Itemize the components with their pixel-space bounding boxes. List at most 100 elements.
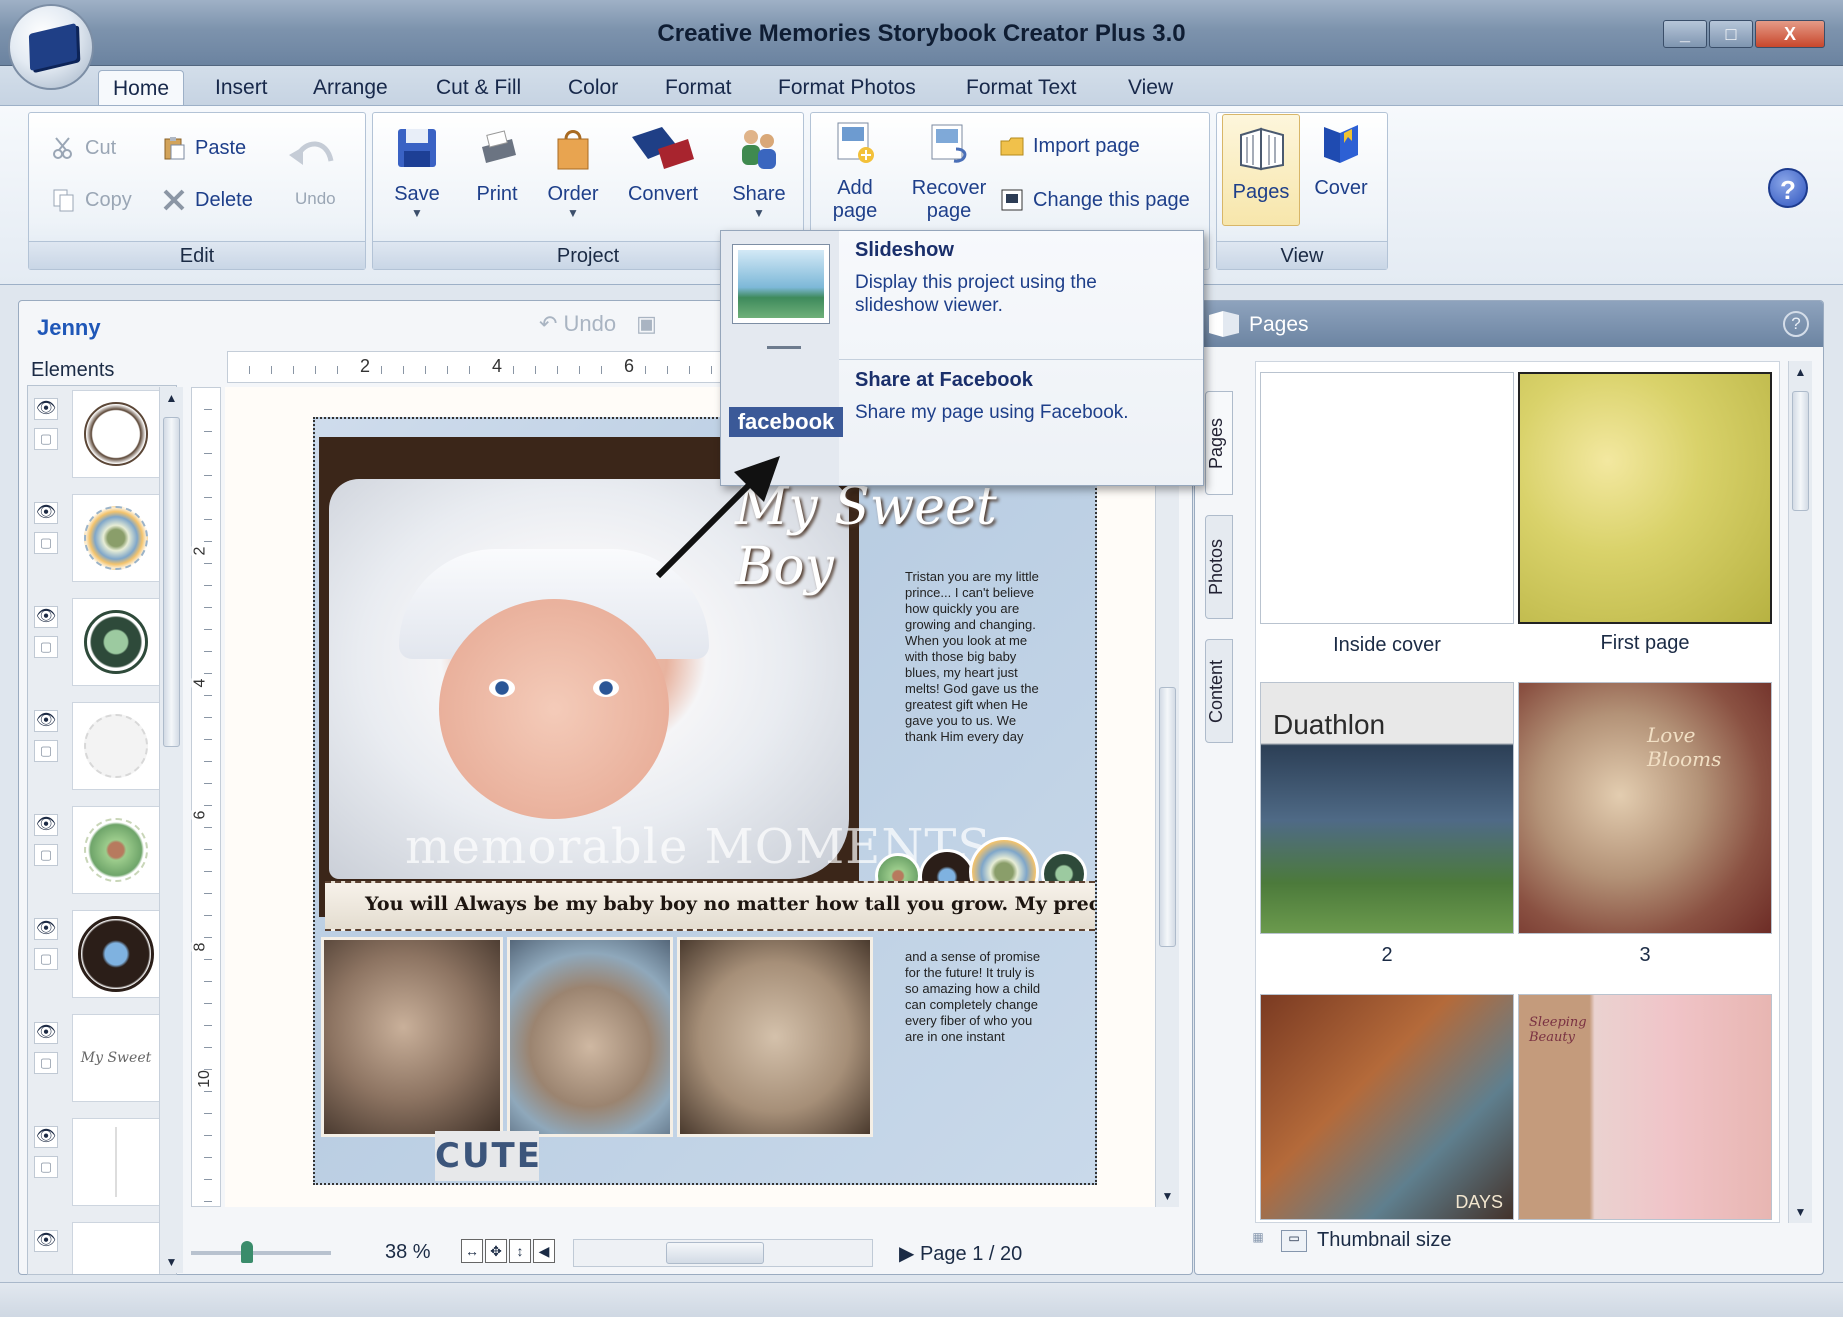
lock-icon[interactable]: ▢ — [34, 1156, 58, 1178]
photo-small-3[interactable] — [677, 937, 873, 1137]
mini-undo-button[interactable]: ↶ Undo — [539, 311, 616, 337]
lock-icon[interactable]: ▢ — [34, 1052, 58, 1074]
tab-view[interactable]: View — [1128, 76, 1173, 100]
cute-label[interactable]: CUTE — [435, 1131, 540, 1181]
print-button[interactable]: Print — [457, 125, 537, 206]
cover-button[interactable]: Cover — [1301, 119, 1381, 200]
prev-page-icon[interactable]: ◀ — [533, 1239, 555, 1263]
list-item[interactable]: 👁 ▢ — [28, 598, 160, 692]
tab-format-text[interactable]: Format Text — [966, 76, 1076, 100]
eye-icon[interactable]: 👁 — [34, 1230, 58, 1252]
app-menu-button[interactable] — [8, 4, 94, 90]
list-item[interactable]: 👁 ▢ My Sweet — [28, 1014, 160, 1108]
next-page-icon[interactable]: ▶ — [899, 1243, 920, 1265]
lock-icon[interactable]: ▢ — [34, 636, 58, 658]
recover-page-button[interactable]: Recover page — [899, 119, 999, 223]
tab-home[interactable]: Home — [98, 70, 185, 108]
delete-button[interactable]: Delete — [161, 187, 253, 213]
fit-width-icon[interactable]: ↔ — [461, 1239, 483, 1263]
lock-icon[interactable]: ▢ — [34, 532, 58, 554]
page-thumbnail-3[interactable]: Love Blooms — [1518, 682, 1772, 934]
convert-button[interactable]: Convert — [613, 125, 713, 206]
side-tab-pages[interactable]: Pages — [1205, 391, 1233, 495]
lock-icon[interactable]: ▢ — [34, 844, 58, 866]
grid-icon[interactable]: ▦ — [1245, 1230, 1271, 1252]
list-item[interactable]: 👁 ▢ — [28, 910, 160, 1004]
tab-format[interactable]: Format — [665, 76, 732, 100]
eye-icon[interactable]: 👁 — [34, 606, 58, 628]
close-button[interactable]: X — [1755, 20, 1825, 48]
scrollbar-thumb[interactable] — [163, 417, 180, 747]
scroll-down-arrow[interactable]: ▼ — [1156, 1185, 1179, 1207]
share-button[interactable]: Share ▼ — [719, 125, 799, 220]
page-thumbnail-5[interactable]: Sleeping Beauty — [1518, 994, 1772, 1220]
element-thumbnail[interactable] — [72, 1222, 160, 1274]
scroll-up-arrow[interactable]: ▲ — [160, 387, 183, 409]
element-thumbnail[interactable]: My Sweet — [72, 1014, 160, 1102]
element-thumbnail[interactable] — [72, 910, 160, 998]
canvas-scrollbar[interactable]: ▼ — [1155, 387, 1179, 1207]
scrollbar-thumb[interactable] — [1792, 391, 1809, 511]
eye-icon[interactable]: 👁 — [34, 502, 58, 524]
order-button[interactable]: Order ▼ — [533, 125, 613, 220]
page-thumbnail-first-page[interactable] — [1518, 372, 1772, 624]
element-thumbnail[interactable] — [72, 702, 160, 790]
element-thumbnail[interactable] — [72, 806, 160, 894]
page-thumbnail-inside-cover[interactable] — [1260, 372, 1514, 624]
page-thumbnail-4[interactable]: DAYS — [1260, 994, 1514, 1220]
element-thumbnail[interactable] — [72, 494, 160, 582]
change-page-button[interactable]: Change this page — [999, 187, 1190, 213]
pages-view-button[interactable]: Pages — [1222, 114, 1300, 226]
paste-button[interactable]: Paste — [161, 135, 246, 161]
lock-icon[interactable]: ▢ — [34, 428, 58, 450]
thumbnail-size-icon[interactable]: ▭ — [1281, 1229, 1307, 1252]
side-tab-photos[interactable]: Photos — [1205, 515, 1233, 619]
lock-icon[interactable]: ▢ — [34, 740, 58, 762]
caption-text[interactable]: You will Always be my baby boy no matter… — [365, 893, 1095, 915]
journal-text[interactable]: Tristan you are my little prince... I ca… — [905, 569, 1045, 745]
tab-color[interactable]: Color — [568, 76, 618, 100]
copy-button[interactable]: Copy — [51, 187, 132, 213]
eye-icon[interactable]: 👁 — [34, 1022, 58, 1044]
import-page-button[interactable]: Import page — [999, 133, 1140, 159]
eye-icon[interactable]: 👁 — [34, 918, 58, 940]
cut-button[interactable]: Cut — [51, 135, 116, 161]
scroll-up-arrow[interactable]: ▲ — [1789, 361, 1812, 383]
save-button[interactable]: Save ▼ — [377, 125, 457, 220]
element-thumbnail[interactable] — [72, 390, 160, 478]
tab-arrange[interactable]: Arrange — [313, 76, 388, 100]
zoom-slider[interactable] — [191, 1241, 331, 1263]
zoom-slider-knob[interactable] — [241, 1241, 253, 1263]
tab-insert[interactable]: Insert — [215, 76, 268, 100]
eye-icon[interactable]: 👁 — [34, 814, 58, 836]
fit-page-icon[interactable]: ✥ — [485, 1239, 507, 1263]
maximize-button[interactable]: □ — [1709, 20, 1753, 48]
list-item[interactable]: 👁 — [28, 1222, 160, 1274]
list-item[interactable]: 👁 ▢ — [28, 806, 160, 900]
undo-button[interactable] — [287, 135, 337, 175]
list-item[interactable]: 👁 ▢ — [28, 702, 160, 796]
journal-text-2[interactable]: and a sense of promise for the future! I… — [905, 949, 1045, 1045]
help-icon[interactable]: ? — [1768, 168, 1808, 208]
list-item[interactable]: 👁 ▢ — [28, 1118, 160, 1212]
scrollbar-thumb[interactable] — [1159, 687, 1176, 947]
mini-save-icon[interactable]: ▣ — [636, 311, 657, 337]
tab-format-photos[interactable]: Format Photos — [778, 76, 916, 100]
list-item[interactable]: 👁 ▢ — [28, 390, 160, 484]
add-page-button[interactable]: Add page — [815, 119, 895, 223]
eye-icon[interactable]: 👁 — [34, 1126, 58, 1148]
scrollbar-thumb[interactable] — [666, 1242, 764, 1264]
tab-cut-fill[interactable]: Cut & Fill — [436, 76, 521, 100]
side-tab-content[interactable]: Content — [1205, 639, 1233, 743]
page-scrollbar[interactable] — [573, 1239, 873, 1267]
eye-icon[interactable]: 👁 — [34, 710, 58, 732]
pages-scrollbar[interactable]: ▲ ▼ — [1788, 361, 1812, 1223]
photo-small-1[interactable] — [321, 937, 503, 1137]
element-thumbnail[interactable] — [72, 1118, 160, 1206]
fit-height-icon[interactable]: ↕ — [509, 1239, 531, 1263]
lock-icon[interactable]: ▢ — [34, 948, 58, 970]
list-item[interactable]: 👁 ▢ — [28, 494, 160, 588]
eye-icon[interactable]: 👁 — [34, 398, 58, 420]
minimize-button[interactable]: _ — [1663, 20, 1707, 48]
photo-small-2[interactable] — [507, 937, 673, 1137]
